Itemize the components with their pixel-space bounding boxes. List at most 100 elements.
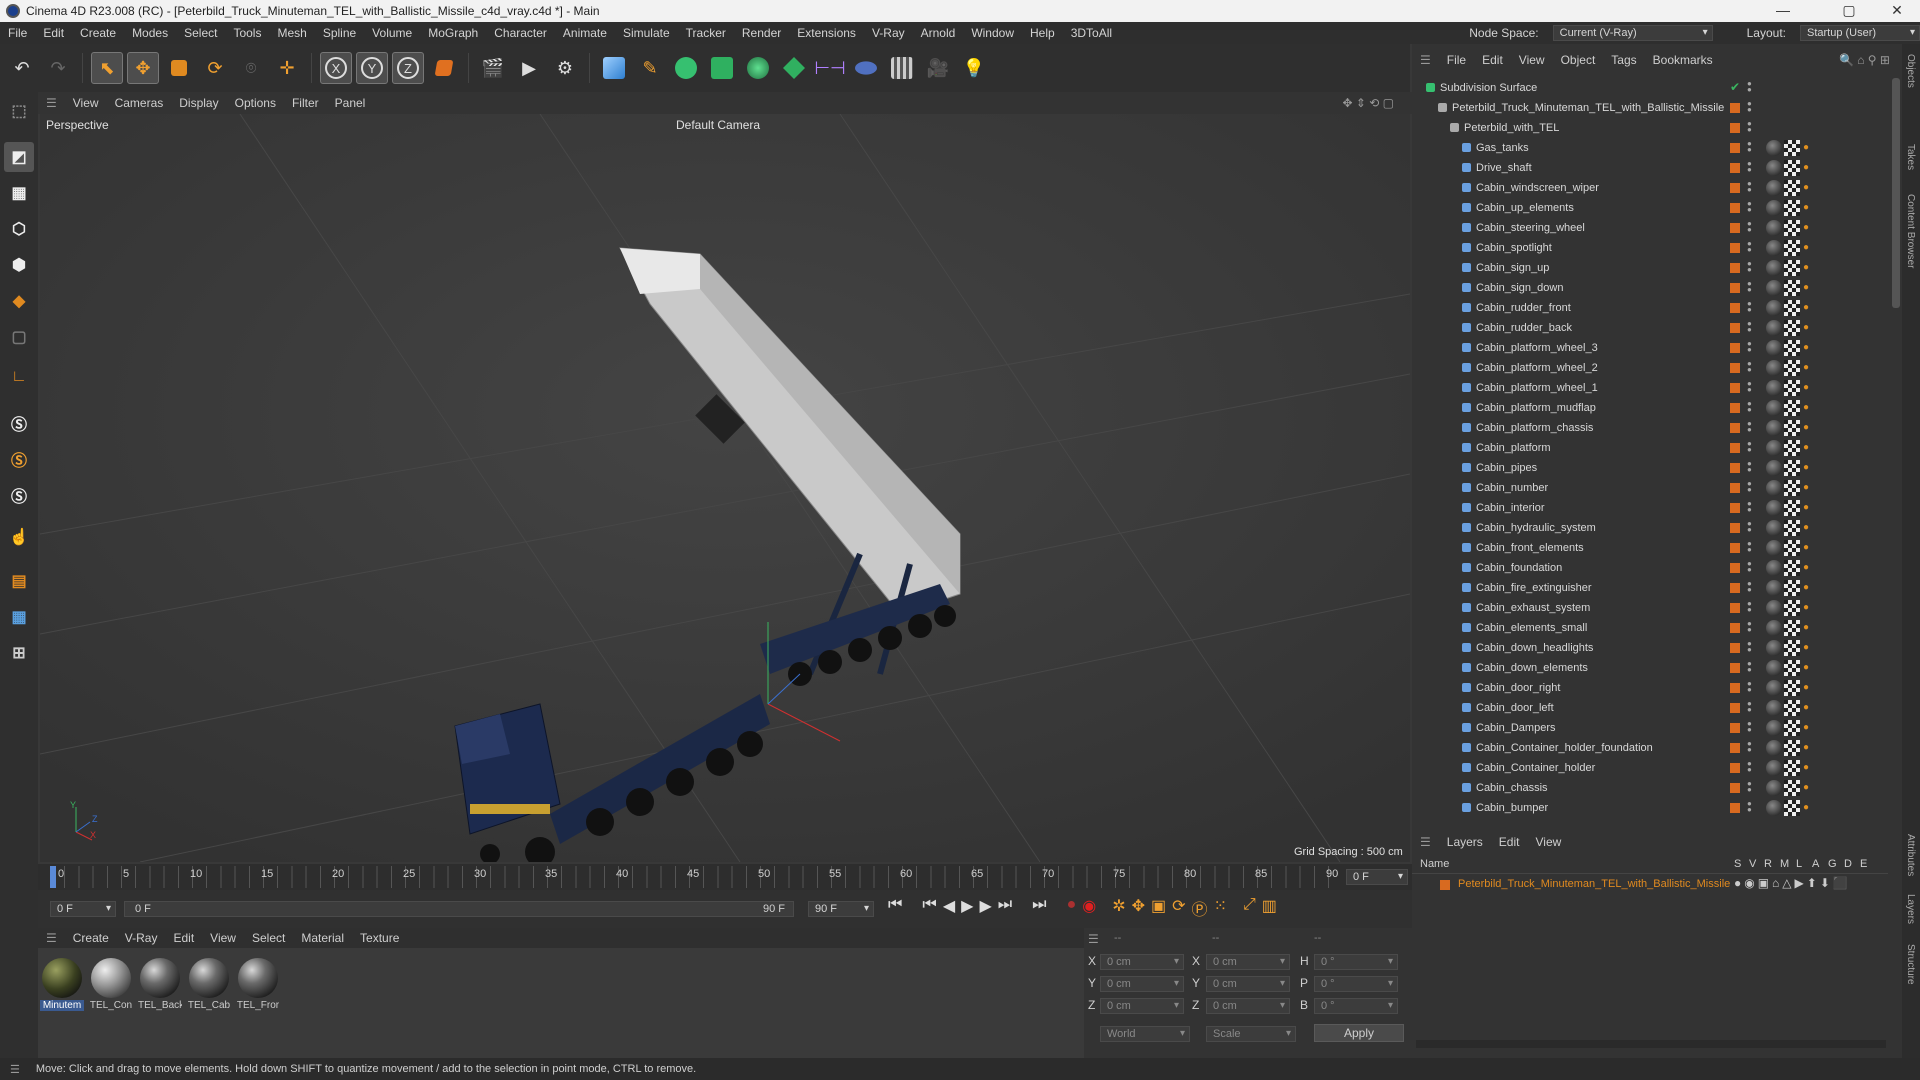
object-name[interactable]: Cabin_down_elements	[1476, 662, 1588, 674]
om-object-row[interactable]: Cabin_foundation ● ● ●	[1412, 558, 1888, 578]
object-name[interactable]: Cabin_fire_extinguisher	[1476, 582, 1592, 594]
visibility-dots-icon[interactable]: ● ●	[1747, 440, 1753, 455]
object-name[interactable]: Cabin_interior	[1476, 502, 1544, 514]
environment-icon[interactable]	[850, 52, 882, 84]
om-object-row[interactable]: Gas_tanks ● ● ●	[1412, 138, 1888, 158]
material-tag-icon[interactable]	[1766, 400, 1782, 416]
layer-color-swatch[interactable]	[1730, 703, 1740, 713]
layer-color-swatch[interactable]	[1730, 203, 1740, 213]
material-tag-icon[interactable]	[1766, 360, 1782, 376]
texture-tag-icon[interactable]	[1784, 420, 1800, 436]
material-tag-icon[interactable]	[1766, 480, 1782, 496]
phong-tag-icon[interactable]: ●	[1803, 362, 1813, 373]
menu-window[interactable]: Window	[963, 26, 1022, 40]
object-name[interactable]: Cabin_foundation	[1476, 562, 1562, 574]
material-tag-icon[interactable]	[1766, 260, 1782, 276]
menu-extensions[interactable]: Extensions	[789, 26, 864, 40]
object-name[interactable]: Cabin_door_left	[1476, 702, 1554, 714]
mat-menu-texture[interactable]: Texture	[352, 931, 407, 945]
texture-mode-icon[interactable]: ▦	[4, 178, 34, 208]
layer-color-swatch[interactable]	[1730, 323, 1740, 333]
layers-menu-edit[interactable]: Edit	[1491, 835, 1528, 849]
visibility-dots-icon[interactable]: ● ●	[1747, 700, 1753, 715]
layer-color-swatch[interactable]	[1730, 163, 1740, 173]
key-param-icon[interactable]: Ⓟ	[1192, 896, 1208, 920]
om-menu-object[interactable]: Object	[1553, 53, 1604, 67]
texture-tag-icon[interactable]	[1784, 640, 1800, 656]
start-frame-field[interactable]: 0 F	[50, 901, 116, 917]
subdivision-surface-icon[interactable]	[670, 52, 702, 84]
layer-color-swatch[interactable]	[1730, 183, 1740, 193]
visibility-dots-icon[interactable]: ● ●	[1747, 420, 1753, 435]
light-icon[interactable]: 💡	[958, 52, 990, 84]
viewport-menu-options[interactable]: Options	[227, 96, 284, 110]
material-hamburger-icon[interactable]: ☰	[38, 931, 65, 945]
layout-dropdown[interactable]: Startup (User)	[1800, 25, 1920, 41]
om-root-subdivision[interactable]: Subdivision Surface ✔ ● ●	[1412, 78, 1888, 98]
material-tag-icon[interactable]	[1766, 240, 1782, 256]
object-name[interactable]: Cabin_Dampers	[1476, 722, 1555, 734]
menu-spline[interactable]: Spline	[315, 26, 364, 40]
next-frame-icon[interactable]: ▶	[979, 896, 991, 920]
texture-tag-icon[interactable]	[1784, 480, 1800, 496]
object-name[interactable]: Cabin_down_headlights	[1476, 642, 1593, 654]
material-tag-icon[interactable]	[1766, 660, 1782, 676]
layer-color-swatch[interactable]	[1730, 223, 1740, 233]
polygons-mode-icon[interactable]: ◆	[4, 286, 34, 316]
position-y-field[interactable]: 0 cm	[1100, 976, 1184, 992]
om-object-row[interactable]: Cabin_sign_up ● ● ●	[1412, 258, 1888, 278]
visibility-dots-icon[interactable]: ● ●	[1747, 360, 1753, 375]
tweak-icon[interactable]: ☝	[4, 522, 34, 552]
scale-tool-icon[interactable]	[163, 52, 195, 84]
layers-hamburger-icon[interactable]: ☰	[1412, 835, 1439, 849]
om-object-row[interactable]: Cabin_down_headlights ● ● ●	[1412, 638, 1888, 658]
om-object-row[interactable]: Cabin_windscreen_wiper ● ● ●	[1412, 178, 1888, 198]
rotation-p-field[interactable]: 0 °	[1314, 976, 1398, 992]
phong-tag-icon[interactable]: ●	[1803, 262, 1813, 273]
current-frame-field[interactable]: 0 F	[1346, 869, 1408, 885]
autokey-icon[interactable]: ◉	[1082, 896, 1096, 920]
redo-icon[interactable]: ↷	[42, 52, 74, 84]
phong-tag-icon[interactable]: ●	[1803, 762, 1813, 773]
enabled-check-icon[interactable]: ✔	[1730, 80, 1740, 94]
layers-menu-layers[interactable]: Layers	[1439, 835, 1491, 849]
material-tag-icon[interactable]	[1766, 440, 1782, 456]
maximize-button[interactable]: ▢	[1826, 0, 1872, 22]
key-rotation-icon[interactable]: ⟳	[1172, 896, 1185, 920]
object-name[interactable]: Cabin_elements_small	[1476, 622, 1587, 634]
size-y-field[interactable]: 0 cm	[1206, 976, 1290, 992]
texture-tag-icon[interactable]	[1784, 600, 1800, 616]
layer-color-swatch[interactable]	[1730, 363, 1740, 373]
layer-color-swatch[interactable]	[1730, 503, 1740, 513]
layer-row[interactable]: Peterbild_Truck_Minuteman_TEL_with_Balli…	[1412, 876, 1888, 894]
material-tag-icon[interactable]	[1766, 500, 1782, 516]
om-object-row[interactable]: Cabin_elements_small ● ● ●	[1412, 618, 1888, 638]
texture-tag-icon[interactable]	[1784, 360, 1800, 376]
menu-modes[interactable]: Modes	[124, 26, 176, 40]
menu-mograph[interactable]: MoGraph	[420, 26, 486, 40]
object-name[interactable]: Cabin_number	[1476, 482, 1548, 494]
object-name[interactable]: Cabin_platform_wheel_3	[1476, 342, 1598, 354]
record-active-icon[interactable]: ●	[1067, 896, 1077, 920]
om-group-object[interactable]: Peterbild_with_TEL ● ●	[1412, 118, 1888, 138]
om-object-row[interactable]: Cabin_exhaust_system ● ● ●	[1412, 598, 1888, 618]
visibility-dots-icon[interactable]: ● ●	[1747, 280, 1753, 295]
render-view-icon[interactable]: ▶	[513, 52, 545, 84]
apply-button[interactable]: Apply	[1314, 1024, 1404, 1042]
material-tag-icon[interactable]	[1766, 560, 1782, 576]
mat-menu-vray[interactable]: V-Ray	[117, 931, 166, 945]
key-position-icon[interactable]: ✥	[1132, 896, 1145, 920]
viewport-hamburger-icon[interactable]: ☰	[38, 96, 65, 110]
phong-tag-icon[interactable]: ●	[1803, 442, 1813, 453]
om-object-row[interactable]: Cabin_platform_wheel_2 ● ● ●	[1412, 358, 1888, 378]
om-object-row[interactable]: Cabin_interior ● ● ●	[1412, 498, 1888, 518]
material-tag-icon[interactable]	[1766, 460, 1782, 476]
visibility-dots-icon[interactable]: ● ●	[1747, 660, 1753, 675]
visibility-dots-icon[interactable]: ● ●	[1747, 640, 1753, 655]
layer-color-swatch[interactable]	[1730, 803, 1740, 813]
layer-color-swatch[interactable]	[1730, 603, 1740, 613]
texture-tag-icon[interactable]	[1784, 660, 1800, 676]
visibility-dots-icon[interactable]: ● ●	[1747, 600, 1753, 615]
texture-tag-icon[interactable]	[1784, 540, 1800, 556]
object-name[interactable]: Cabin_rudder_front	[1476, 302, 1571, 314]
